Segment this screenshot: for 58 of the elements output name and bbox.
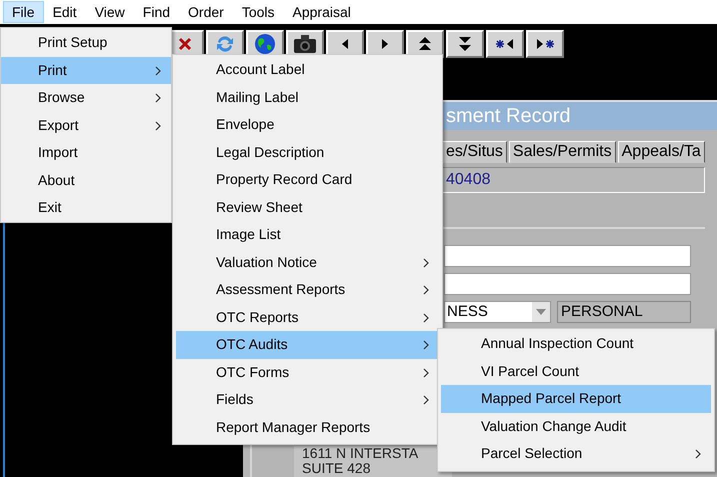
double-down-triangle-icon bbox=[459, 37, 471, 51]
menu-bar-item[interactable]: Find bbox=[134, 1, 180, 23]
last-record-button[interactable] bbox=[526, 30, 564, 58]
menu-bar-item[interactable]: Order bbox=[179, 1, 233, 23]
menu-item[interactable]: Report Manager Reports bbox=[176, 414, 439, 441]
tab[interactable]: Appeals/Ta bbox=[618, 141, 705, 163]
dropdown-arrow-icon bbox=[536, 309, 546, 315]
menu-bar-item[interactable]: Edit bbox=[44, 1, 86, 23]
refresh-icon bbox=[215, 34, 235, 54]
globe-icon bbox=[254, 33, 276, 55]
first-record-button[interactable] bbox=[486, 30, 524, 58]
menu-item[interactable]: Review Sheet bbox=[176, 194, 439, 221]
menu-item[interactable]: OTC Reports bbox=[176, 304, 439, 331]
menu-item[interactable]: VI Parcel Count bbox=[441, 358, 711, 385]
dropdown[interactable]: NESS bbox=[444, 301, 551, 323]
window-title: sment Record bbox=[446, 104, 570, 128]
right-asterisk-icon bbox=[536, 39, 554, 49]
last-button[interactable] bbox=[446, 30, 484, 58]
menu-item[interactable]: OTC Forms bbox=[176, 358, 439, 386]
left-triangle-icon bbox=[341, 39, 349, 49]
menu-item[interactable]: Fields bbox=[176, 386, 439, 414]
menu-item[interactable]: Annual Inspection Count bbox=[441, 330, 711, 358]
menu-item[interactable]: Browse bbox=[1, 84, 171, 112]
input-field[interactable] bbox=[444, 245, 691, 267]
menu-bar-item[interactable]: View bbox=[86, 1, 134, 23]
tab[interactable]: es/Situs bbox=[442, 141, 507, 163]
menu-item[interactable]: Envelope bbox=[176, 111, 439, 138]
menu-item[interactable]: Parcel Selection bbox=[441, 440, 711, 468]
menu-item[interactable]: Print Setup bbox=[1, 29, 171, 56]
input-field[interactable] bbox=[444, 273, 691, 295]
double-up-triangle-icon bbox=[419, 37, 431, 51]
menu-item[interactable]: Mailing Label bbox=[176, 84, 439, 111]
menu-item[interactable]: Export bbox=[1, 112, 171, 139]
address-line: 1611 N INTERSTA bbox=[302, 446, 420, 461]
menu-item[interactable]: Mapped Parcel Report bbox=[441, 385, 711, 412]
menu-item[interactable]: Image List bbox=[176, 221, 439, 248]
menu-item[interactable]: Assessment Reports bbox=[176, 276, 439, 304]
menu-item[interactable]: Exit bbox=[1, 194, 171, 222]
right-triangle-icon bbox=[381, 39, 389, 49]
menu-item[interactable]: Valuation Change Audit bbox=[441, 412, 711, 440]
menu-item[interactable]: Import bbox=[1, 139, 171, 166]
menu-item[interactable]: Account Label bbox=[176, 56, 439, 84]
menu-bar-item[interactable]: File bbox=[3, 1, 44, 23]
account-field[interactable]: 40408 bbox=[442, 167, 705, 193]
type-field: PERSONAL bbox=[557, 301, 691, 323]
menu-item[interactable]: About bbox=[1, 166, 171, 194]
address-line: SUITE 428 bbox=[302, 461, 372, 476]
menu-item[interactable]: OTC Audits bbox=[176, 331, 439, 358]
camera-icon bbox=[293, 34, 317, 54]
cross-icon bbox=[178, 37, 192, 51]
asterisk-left-icon bbox=[496, 39, 514, 49]
menu-item[interactable]: Valuation Notice bbox=[176, 248, 439, 276]
menu-bar-item[interactable]: Appraisal bbox=[284, 1, 360, 23]
menu-item[interactable]: Print bbox=[1, 56, 171, 84]
menu-bar-item[interactable]: Tools bbox=[232, 1, 284, 23]
tab[interactable]: Sales/Permits bbox=[508, 141, 616, 163]
menu-item[interactable]: Legal Description bbox=[176, 138, 439, 166]
menu-item[interactable]: Property Record Card bbox=[176, 166, 439, 194]
